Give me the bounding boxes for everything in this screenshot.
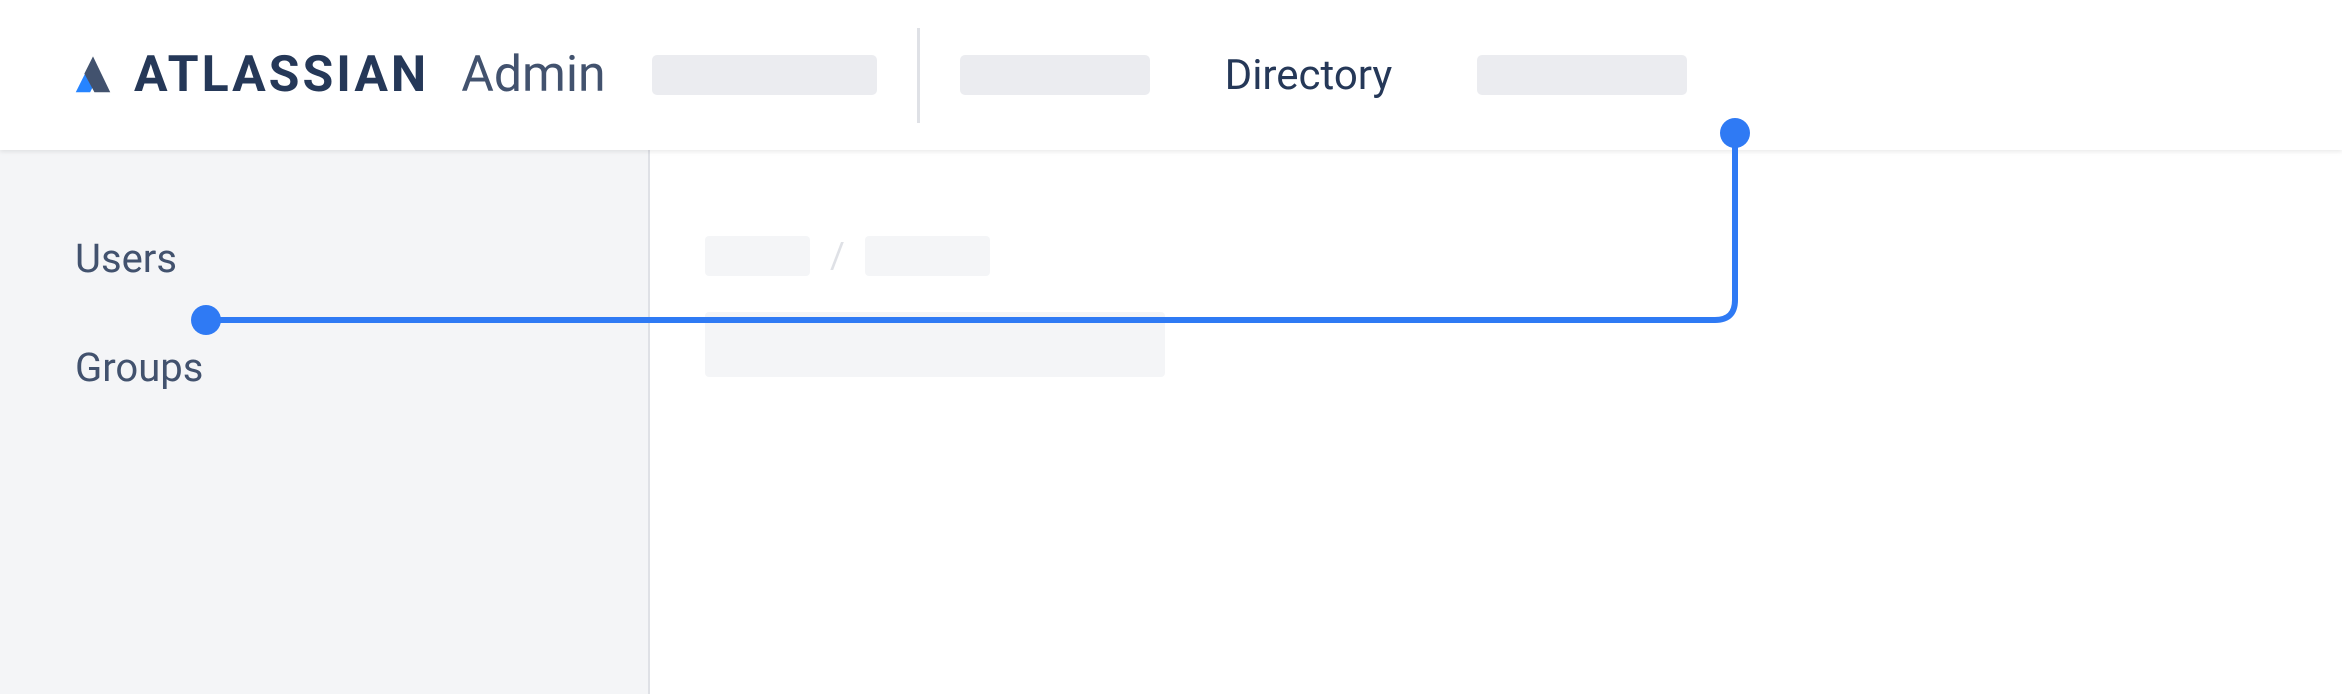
breadcrumb-item-placeholder[interactable] [865,236,990,276]
logo-section: ATLASSIAN Admin [70,46,606,104]
header: ATLASSIAN Admin Directory [0,0,2342,150]
nav-divider [917,28,920,123]
sidebar-item-groups[interactable]: Groups [75,344,573,391]
sidebar-item-users[interactable]: Users [75,235,573,282]
page-title-placeholder [705,312,1165,377]
nav-item-placeholder[interactable] [1477,55,1687,95]
main-area: Users Groups / [0,150,2342,694]
nav-item-directory[interactable]: Directory [1225,51,1393,100]
nav-item-placeholder[interactable] [960,55,1150,95]
sidebar: Users Groups [0,150,650,694]
content-area: / [650,150,2342,694]
product-label: Admin [461,46,605,104]
brand-name: ATLASSIAN [134,46,429,104]
top-nav: Directory [652,28,1688,123]
breadcrumb-item-placeholder[interactable] [705,236,810,276]
nav-item-placeholder[interactable] [652,55,877,95]
atlassian-logo-icon [70,52,116,98]
breadcrumb-separator: / [830,235,845,277]
breadcrumb: / [705,235,2287,277]
